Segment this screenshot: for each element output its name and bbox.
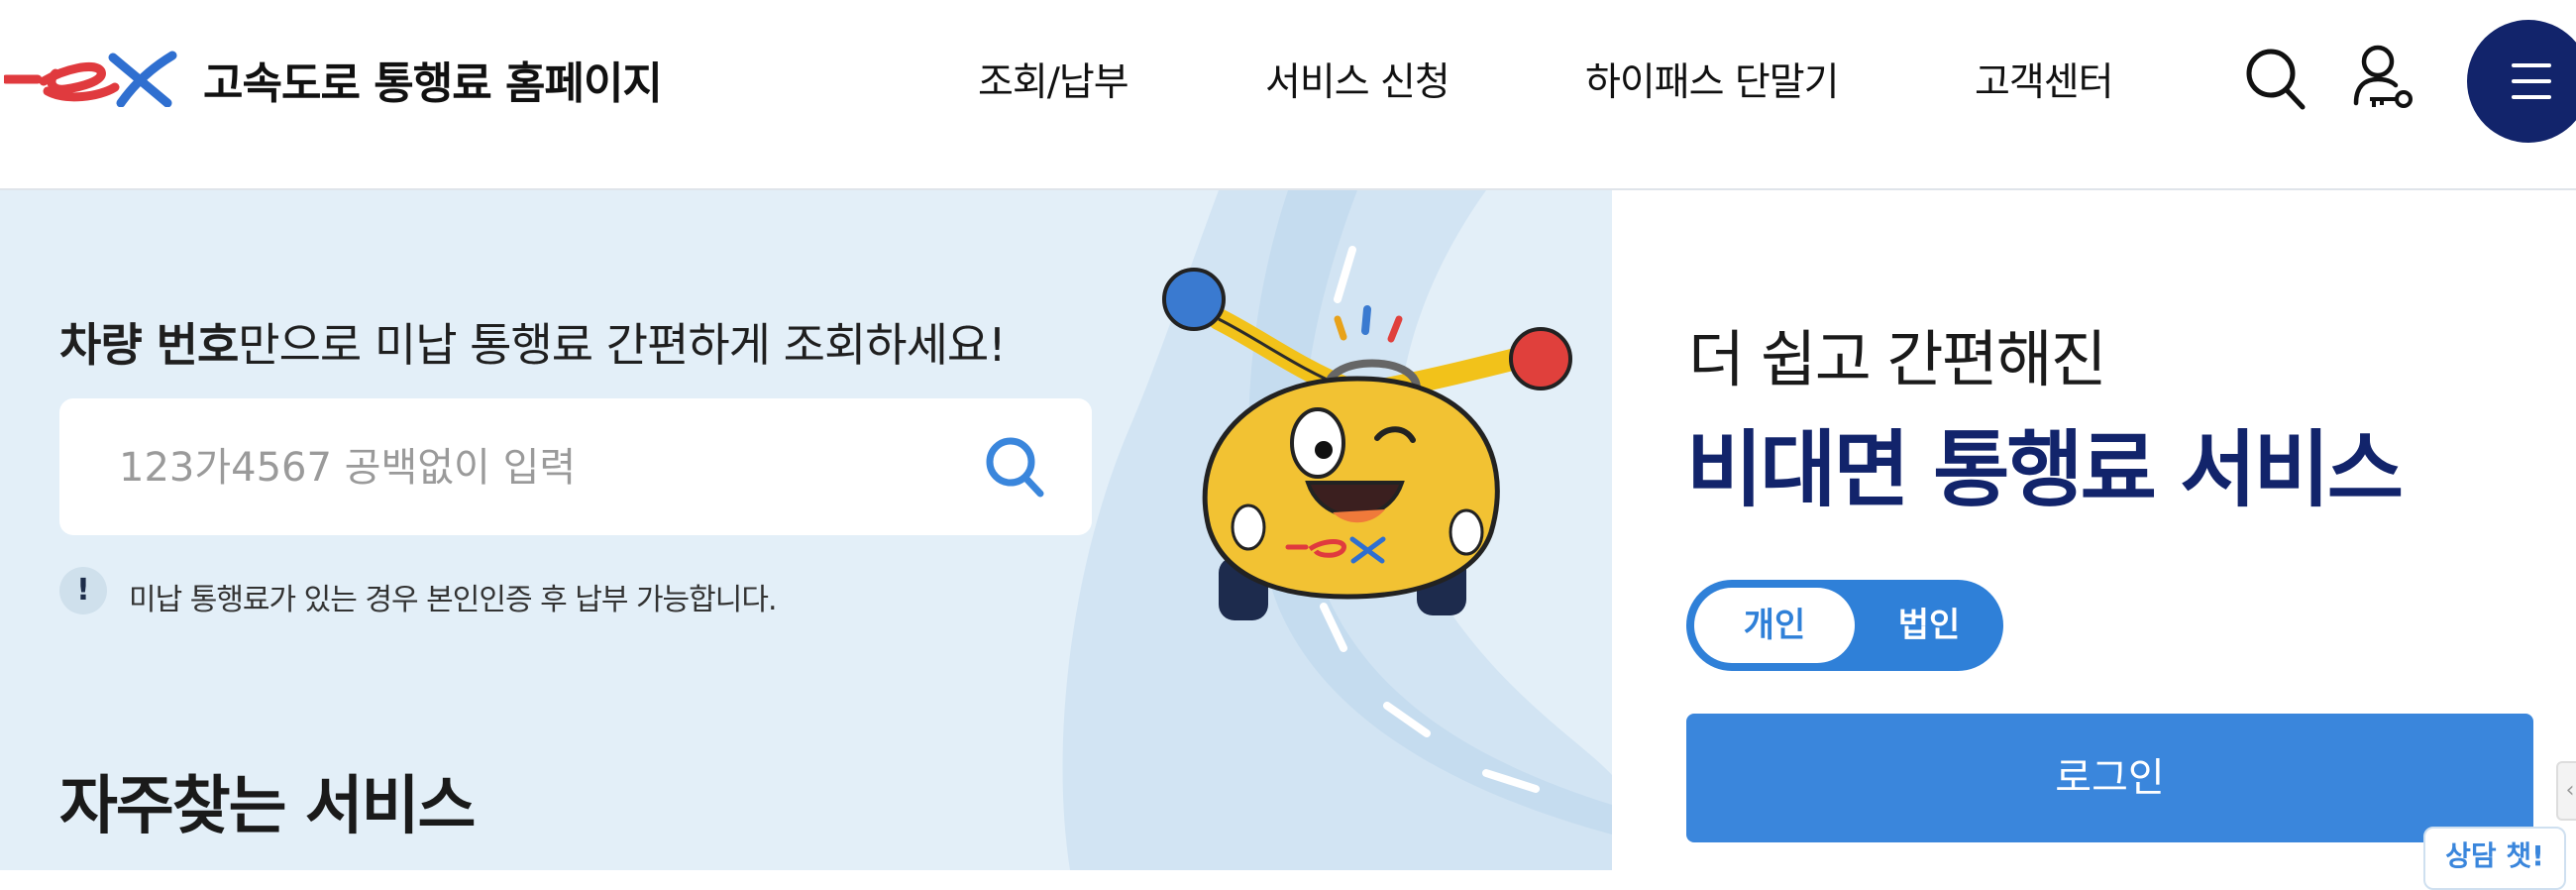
mascot-car-illustration	[1162, 268, 1572, 620]
search-icon[interactable]	[2241, 42, 2310, 117]
panel-subtitle: 더 쉽고 간편해진	[1688, 323, 2107, 395]
nav-customer-center[interactable]: 고객센터	[1975, 52, 2114, 107]
user-key-icon[interactable]	[2350, 42, 2419, 117]
top-header: 고속도로 통행료 홈페이지 조회/납부 서비스 신청 하이패스 단말기 고객센터	[0, 0, 2576, 190]
nav-service-application[interactable]: 서비스 신청	[1265, 52, 1450, 107]
nav-inquiry-payment[interactable]: 조회/납부	[978, 52, 1129, 107]
site-title[interactable]: 고속도로 통행료 홈페이지	[203, 48, 663, 111]
chatbot-tab[interactable]: 상담 챗!	[2423, 827, 2566, 890]
contactless-service-panel: 더 쉽고 간편해진 비대면 통행료 서비스 개인 법인 로그인	[1612, 190, 2576, 870]
notice-text: 미납 통행료가 있는 경우 본인인증 후 납부 가능합니다.	[129, 583, 777, 617]
plate-number-input[interactable]	[117, 432, 973, 503]
hero-section: 차량 번호만으로 미납 통행료 간편하게 조회하세요! ! 미납 통행료가 있는…	[0, 190, 1612, 870]
hero-title: 차량 번호만으로 미납 통행료 간편하게 조회하세요!	[59, 309, 1007, 375]
nav-hipass-terminal[interactable]: 하이패스 단말기	[1585, 52, 1840, 107]
hero-title-bold: 차량 번호	[59, 318, 239, 372]
toggle-corporate[interactable]: 법인	[1875, 588, 1984, 663]
hamburger-menu-button[interactable]	[2467, 20, 2576, 143]
plate-search-button[interactable]	[981, 430, 1050, 503]
hero-title-rest: 만으로 미납 통행료 간편하게 조회하세요!	[238, 318, 1006, 372]
plate-search-box	[59, 398, 1092, 535]
user-type-toggle: 개인 법인	[1686, 580, 2003, 671]
login-button[interactable]: 로그인	[1686, 714, 2533, 842]
toggle-personal[interactable]: 개인	[1694, 588, 1855, 663]
exclamation-icon: !	[59, 567, 107, 614]
panel-title: 비대면 통행료 서비스	[1686, 421, 2404, 518]
frequent-services-title: 자주찾는 서비스	[59, 770, 476, 843]
ex-logo[interactable]	[4, 48, 182, 107]
chevron-left-icon[interactable]: ‹	[2556, 761, 2576, 821]
